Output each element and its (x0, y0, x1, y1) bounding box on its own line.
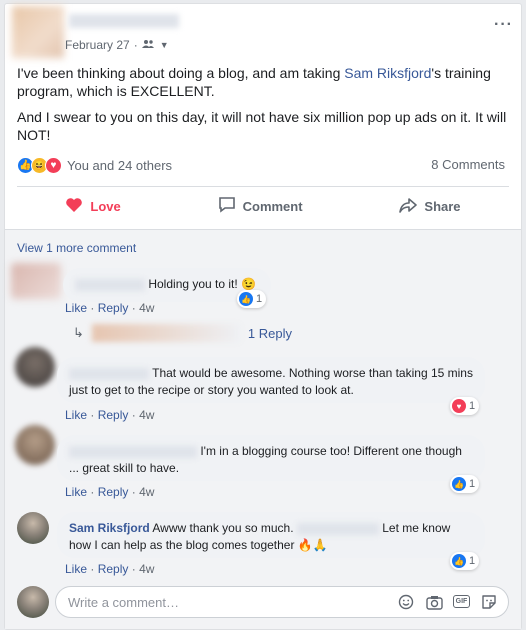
love-button[interactable]: Love (65, 197, 121, 216)
composer-icons: GIF (397, 593, 498, 611)
comment-reaction-badge[interactable]: 👍 1 (450, 552, 480, 570)
comment-like-link[interactable]: Like (65, 301, 87, 315)
commenter-avatar[interactable] (11, 263, 61, 299)
comment-icon (218, 196, 236, 216)
like-reaction-icon: 👍 (239, 292, 253, 306)
comment-reaction-badge[interactable]: 👍 1 (450, 475, 480, 493)
camera-icon[interactable] (425, 593, 443, 611)
commenter-name-redacted[interactable] (69, 367, 149, 380)
post-card: February 27 · ▼ ··· I've been thinking a… (4, 3, 522, 630)
comment-actions: Like · Reply · 4w (65, 485, 154, 499)
separator: · (131, 408, 136, 422)
post-text-part: I've been thinking about doing a blog, a… (17, 65, 345, 81)
commenter-name-redacted[interactable] (75, 278, 145, 291)
comment-reply-link[interactable]: Reply (98, 301, 129, 315)
comment-input-placeholder: Write a comment… (68, 595, 180, 610)
love-label: Love (90, 198, 121, 214)
sam-riksfjord-avatar[interactable] (17, 512, 49, 544)
comment-actions: Like · Reply · 4w (65, 408, 154, 422)
mention-redacted[interactable] (296, 522, 379, 535)
commenter-avatar[interactable] (15, 425, 55, 465)
separator: · (90, 301, 95, 315)
comment-like-link[interactable]: Like (65, 408, 87, 422)
comment-reply-link[interactable]: Reply (98, 485, 129, 499)
gif-icon[interactable]: GIF (453, 595, 470, 608)
comment-bubble: I'm in a blogging course too! Different … (57, 435, 485, 481)
comment-label: Comment (242, 198, 303, 214)
like-reaction-icon: 👍 (452, 477, 466, 491)
comment-text: Holding you to it! 😉 (148, 277, 257, 291)
reply-arrow-icon: ↳ (73, 325, 84, 340)
mention-link[interactable]: Sam Riksfjord (344, 65, 431, 81)
comment-reaction-badge[interactable]: 👍 1 (237, 290, 267, 308)
love-reaction-icon: ♥ (452, 399, 466, 413)
chevron-down-icon[interactable]: ▼ (160, 40, 169, 50)
comment-reply-link[interactable]: Reply (98, 408, 129, 422)
post-meta: February 27 · ▼ (65, 38, 169, 52)
reaction-count: 1 (469, 478, 476, 490)
author-avatar[interactable] (12, 6, 64, 58)
more-options-icon[interactable]: ··· (494, 16, 513, 34)
like-reaction-icon: 👍 (452, 554, 466, 568)
author-name-redacted[interactable] (69, 14, 179, 28)
commenter-name[interactable]: Sam Riksfjord (69, 521, 150, 535)
separator: · (90, 485, 95, 499)
comment-age[interactable]: 4w (139, 408, 154, 422)
commenter-avatar[interactable] (15, 347, 55, 387)
comment-text: Awww thank you so much. (152, 521, 294, 535)
love-reaction-icon: ♥ (45, 157, 62, 174)
current-user-avatar[interactable] (17, 586, 49, 618)
view-more-comments-link[interactable]: View 1 more comment (17, 241, 136, 255)
divider (17, 186, 509, 187)
comment-age[interactable]: 4w (139, 301, 154, 315)
reaction-count: 1 (256, 293, 263, 305)
separator: · (90, 562, 95, 576)
comment-like-link[interactable]: Like (65, 485, 87, 499)
share-icon (399, 197, 418, 216)
friends-icon[interactable] (141, 38, 156, 52)
separator: · (131, 485, 136, 499)
comment-bubble: That would be awesome. Nothing worse tha… (57, 357, 485, 403)
comment-bubble: Sam Riksfjord Awww thank you so much. Le… (57, 512, 485, 558)
separator: · (90, 408, 95, 422)
emoji-icon[interactable] (397, 593, 415, 611)
comment-button[interactable]: Comment (218, 196, 303, 216)
reply-author-redacted (91, 324, 240, 342)
comment-age[interactable]: 4w (139, 485, 154, 499)
reaction-count: 1 (469, 400, 476, 412)
post-body: I've been thinking about doing a blog, a… (17, 64, 512, 152)
reaction-count-text[interactable]: You and 24 others (67, 158, 172, 173)
comment-like-link[interactable]: Like (65, 562, 87, 576)
comment-actions: Like · Reply · 4w (65, 562, 154, 576)
comment-reaction-badge[interactable]: ♥ 1 (450, 397, 480, 415)
share-label: Share (424, 198, 461, 214)
comment-reply-link[interactable]: Reply (98, 562, 129, 576)
commenter-name-redacted[interactable] (69, 445, 197, 458)
heart-icon (65, 197, 83, 216)
comments-section: View 1 more comment Holding you to it! 😉… (5, 229, 521, 629)
separator: · (131, 562, 136, 576)
comment-age[interactable]: 4w (139, 562, 154, 576)
reactions-summary[interactable]: 👍 😆 ♥ You and 24 others (17, 157, 172, 174)
view-replies[interactable]: ↳ 1 Reply (73, 324, 292, 342)
reaction-count: 1 (469, 555, 476, 567)
replies-link[interactable]: 1 Reply (248, 326, 292, 341)
sticker-icon[interactable] (480, 593, 498, 611)
separator: · (131, 301, 136, 315)
post-date[interactable]: February 27 (65, 38, 130, 52)
post-actions: Love Comment Share (17, 191, 509, 221)
comment-input[interactable]: Write a comment… GIF (55, 586, 509, 618)
post-text-paragraph: And I swear to you on this day, it will … (17, 109, 507, 143)
comments-count[interactable]: 8 Comments (431, 157, 505, 172)
share-button[interactable]: Share (399, 197, 461, 216)
comment-actions: Like · Reply · 4w (65, 301, 154, 315)
